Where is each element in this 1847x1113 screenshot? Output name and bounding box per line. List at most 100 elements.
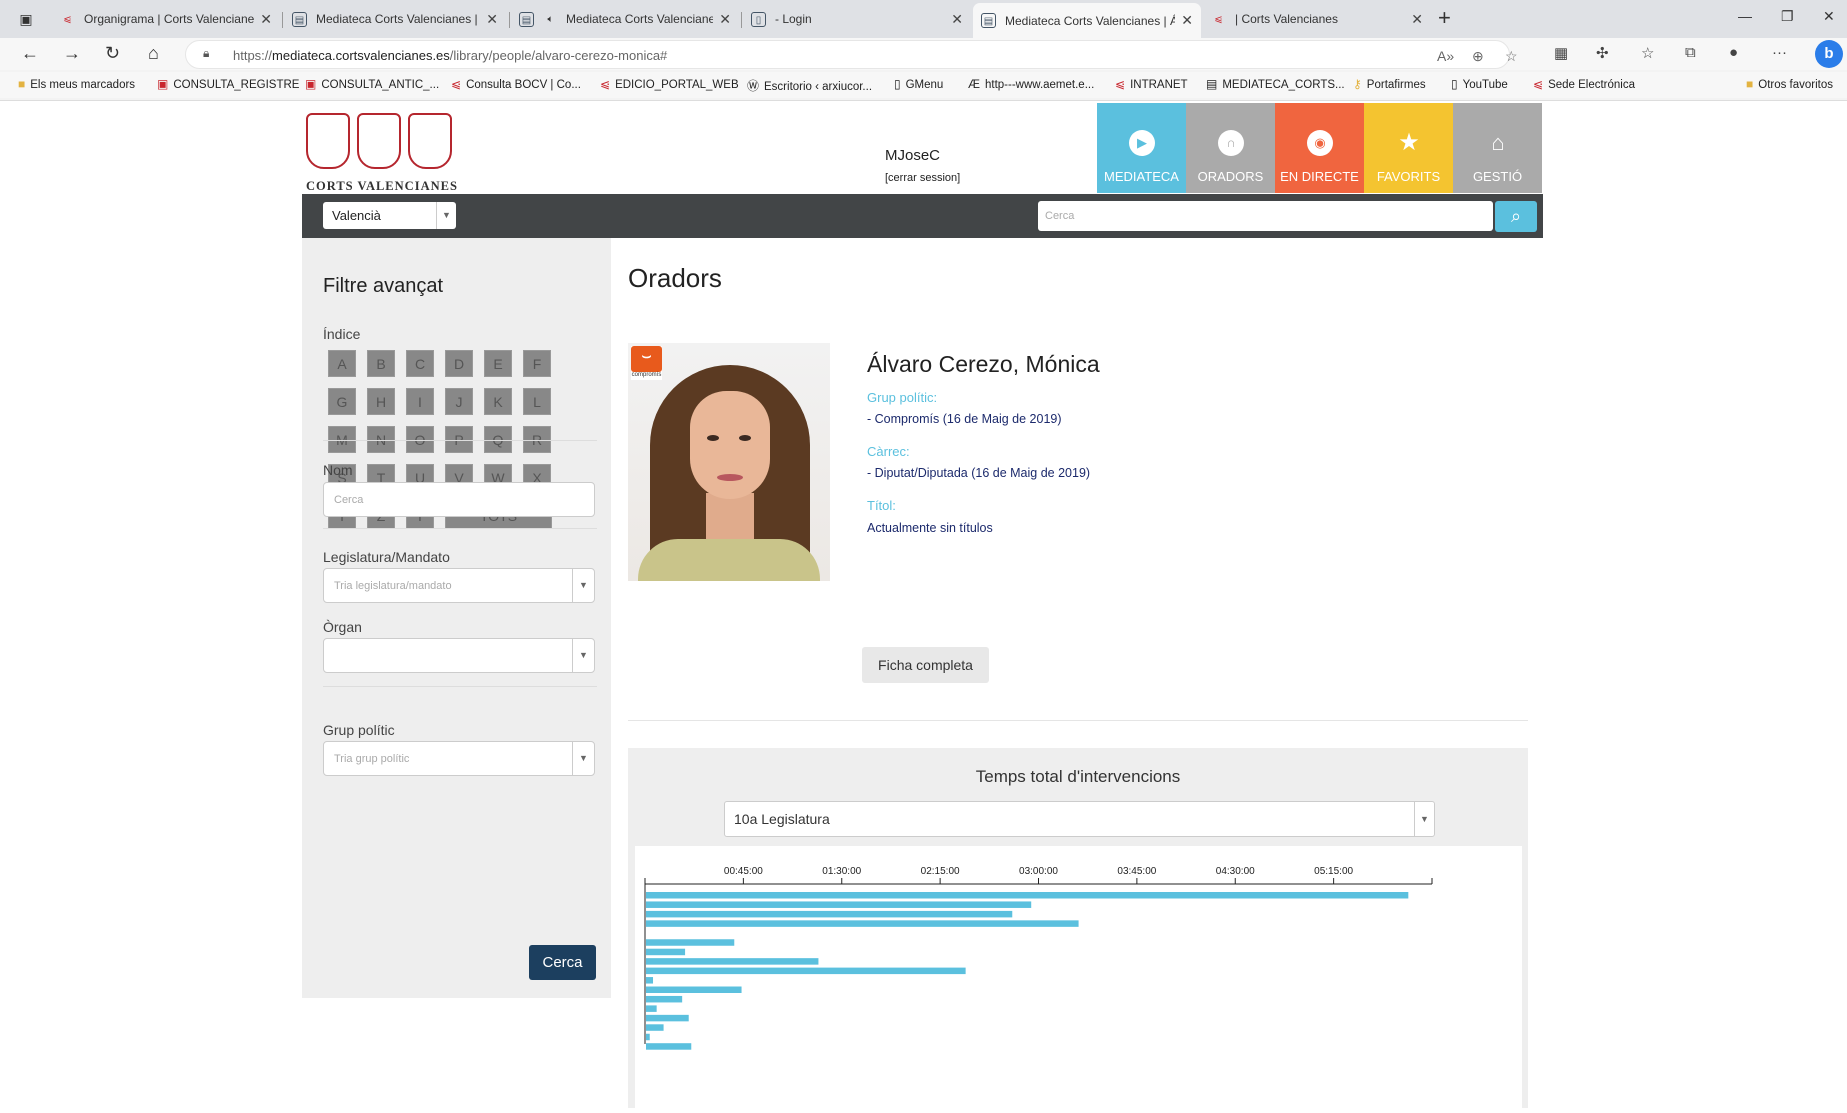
name-label: Nom	[323, 462, 353, 478]
group-field-label: Grup polític:	[867, 390, 938, 405]
speaker-icon: ∩	[1218, 130, 1244, 156]
divider	[323, 528, 597, 529]
puzzle-icon[interactable]: ✣	[1596, 44, 1609, 62]
filter-search-button[interactable]: Cerca	[529, 945, 596, 980]
add-favorite-icon[interactable]: ☆	[1505, 48, 1518, 65]
logo[interactable]: CORTS VALENCIANES	[302, 113, 457, 195]
page-icon: ▯	[751, 11, 766, 27]
bing-icon[interactable]: b	[1815, 40, 1843, 68]
letter-button[interactable]: K	[484, 388, 512, 415]
letter-button[interactable]: D	[445, 350, 473, 377]
browser-tab-active[interactable]: ▤ Mediateca Corts Valencianes | Ál ✕	[973, 3, 1201, 38]
close-icon[interactable]: ✕	[260, 11, 272, 28]
bookmark[interactable]: ▣ CONSULTA_REGISTRE	[157, 77, 299, 91]
letter-button[interactable]: H	[367, 388, 395, 415]
search-button[interactable]: ⌕	[1495, 201, 1537, 232]
top-search-input[interactable]: Cerca	[1038, 201, 1493, 231]
bookmark[interactable]: ■ Els meus marcadors	[18, 77, 135, 91]
nav-favorits[interactable]: ★ FAVORITS	[1364, 103, 1453, 193]
tab-title: Organigrama | Corts Valencianes	[84, 12, 255, 26]
profile-icon[interactable]: ●	[1729, 44, 1738, 61]
minimize-icon[interactable]: —	[1738, 8, 1752, 24]
bar	[646, 986, 742, 993]
letter-button[interactable]: F	[523, 350, 551, 377]
close-icon[interactable]: ✕	[1181, 12, 1193, 29]
bookmark[interactable]: ⚷ Portafirmes	[1353, 77, 1426, 91]
collections-icon[interactable]: ⧉	[1685, 44, 1696, 61]
restore-icon[interactable]: ❐	[1781, 8, 1794, 25]
window-close-icon[interactable]: ✕	[1823, 8, 1835, 25]
doc-icon: ▤	[1206, 77, 1218, 91]
cv-icon: ⩿	[451, 77, 462, 91]
group-select[interactable]: Tria grup polític ▼	[323, 741, 595, 776]
bookmark-folder[interactable]: ■ Otros favoritos	[1746, 77, 1833, 91]
favorites-icon[interactable]: ☆	[1641, 44, 1654, 62]
nav-en-directe[interactable]: ◉ EN DIRECTE	[1275, 103, 1364, 193]
language-select[interactable]: Valencià ▼	[323, 202, 456, 229]
close-icon[interactable]: ✕	[951, 11, 963, 28]
organ-select[interactable]: ▼	[323, 638, 595, 673]
letter-button[interactable]: A	[328, 350, 356, 377]
group-placeholder: Tria grup polític	[334, 753, 410, 765]
cv-icon: ⩿	[1115, 77, 1126, 91]
browser-tab[interactable]: ▯ - Login ✕	[743, 4, 971, 34]
bookmark[interactable]: ▯ YouTube	[1451, 77, 1508, 91]
legislature-select[interactable]: Tria legislatura/mandato ▼	[323, 568, 595, 603]
letter-button[interactable]: B	[367, 350, 395, 377]
nav-label: MEDIATECA	[1104, 169, 1179, 184]
speaker-icon[interactable]: 🔈︎	[543, 12, 558, 27]
close-icon[interactable]: ✕	[719, 11, 731, 28]
organ-label: Òrgan	[323, 619, 362, 635]
bookmark[interactable]: ▯ GMenu	[894, 77, 943, 91]
bar	[646, 948, 686, 956]
nav-gestio[interactable]: ⌂ GESTIÓ	[1453, 103, 1542, 193]
browser-tab[interactable]: ⩿ Organigrama | Corts Valencianes ✕	[52, 4, 280, 34]
nav-mediateca[interactable]: ▶ MEDIATECA	[1097, 103, 1186, 193]
bookmark[interactable]: ▤ MEDIATECA_CORTS...	[1206, 77, 1345, 91]
close-icon[interactable]: ✕	[1411, 11, 1423, 28]
zoom-icon[interactable]: ⊕	[1472, 48, 1484, 65]
forward-icon[interactable]: →	[63, 43, 81, 64]
reload-icon[interactable]: ↻	[105, 43, 120, 64]
cv-icon: ▣	[305, 77, 317, 91]
letter-button[interactable]: E	[484, 350, 512, 377]
letter-button[interactable]: I	[406, 388, 434, 415]
letter-button[interactable]: G	[328, 388, 356, 415]
more-icon[interactable]: ···	[1772, 44, 1787, 61]
browser-tab[interactable]: ⩿ | Corts Valencianes ✕	[1203, 4, 1431, 34]
browser-tab[interactable]: ▤ 🔈︎ Mediateca Corts Valencianes ✕	[511, 4, 739, 34]
bookmark[interactable]: ⩿ INTRANET	[1115, 77, 1188, 91]
bookmark[interactable]: Æhttp---www.aemet.e...	[968, 77, 1094, 91]
cv-icon: ⩿	[600, 77, 611, 91]
back-icon[interactable]: ←	[21, 43, 39, 64]
full-record-button[interactable]: Ficha completa	[862, 647, 989, 683]
name-input[interactable]: Cerca	[323, 482, 595, 517]
logout-link[interactable]: [cerrar session]	[885, 172, 960, 184]
divider	[323, 686, 597, 687]
bookmark[interactable]: Ⓦ Escritorio ‹ arxiucor...	[747, 77, 872, 94]
letter-button[interactable]: J	[445, 388, 473, 415]
url-input[interactable]: 🔒︎ https://mediateca.cortsvalencianes.es…	[185, 40, 1518, 69]
browser-tab[interactable]: ▤ Mediateca Corts Valencianes | Vi ✕	[284, 4, 506, 34]
lock-icon[interactable]: 🔒︎	[203, 46, 209, 61]
home-icon[interactable]: ⌂	[148, 43, 159, 64]
cv-icon: ▣	[157, 77, 169, 91]
letter-button[interactable]: L	[523, 388, 551, 415]
divider	[628, 720, 1528, 721]
tab-actions-icon[interactable]: ▣	[15, 9, 37, 29]
legislature-chart-select[interactable]: 10a Legislatura ▼	[724, 801, 1435, 837]
interventions-chart-panel: Temps total d'intervencions 10a Legislat…	[628, 748, 1528, 1108]
bar-chart: 00:45:00 01:30:00 02:15:00 03:00:00 03:45:00…	[644, 866, 1433, 1050]
bar	[646, 1014, 689, 1022]
letter-button[interactable]: C	[406, 350, 434, 377]
bookmark[interactable]: ▣ CONSULTA_ANTIC_...	[305, 77, 439, 91]
play-icon: ▶	[1129, 130, 1155, 156]
bookmark[interactable]: ⩿ Consulta BOCV | Co...	[451, 77, 581, 91]
new-tab-icon[interactable]: +	[1438, 5, 1451, 31]
bookmark[interactable]: ⩿ EDICIO_PORTAL_WEB	[600, 77, 739, 91]
bookmark[interactable]: ⩿ Sede Electrónica	[1533, 77, 1635, 91]
extension-icon[interactable]: ▦	[1554, 44, 1568, 62]
close-icon[interactable]: ✕	[486, 11, 498, 28]
nav-oradors[interactable]: ∩ ORADORS	[1186, 103, 1275, 193]
read-aloud-icon[interactable]: A»	[1437, 48, 1454, 64]
